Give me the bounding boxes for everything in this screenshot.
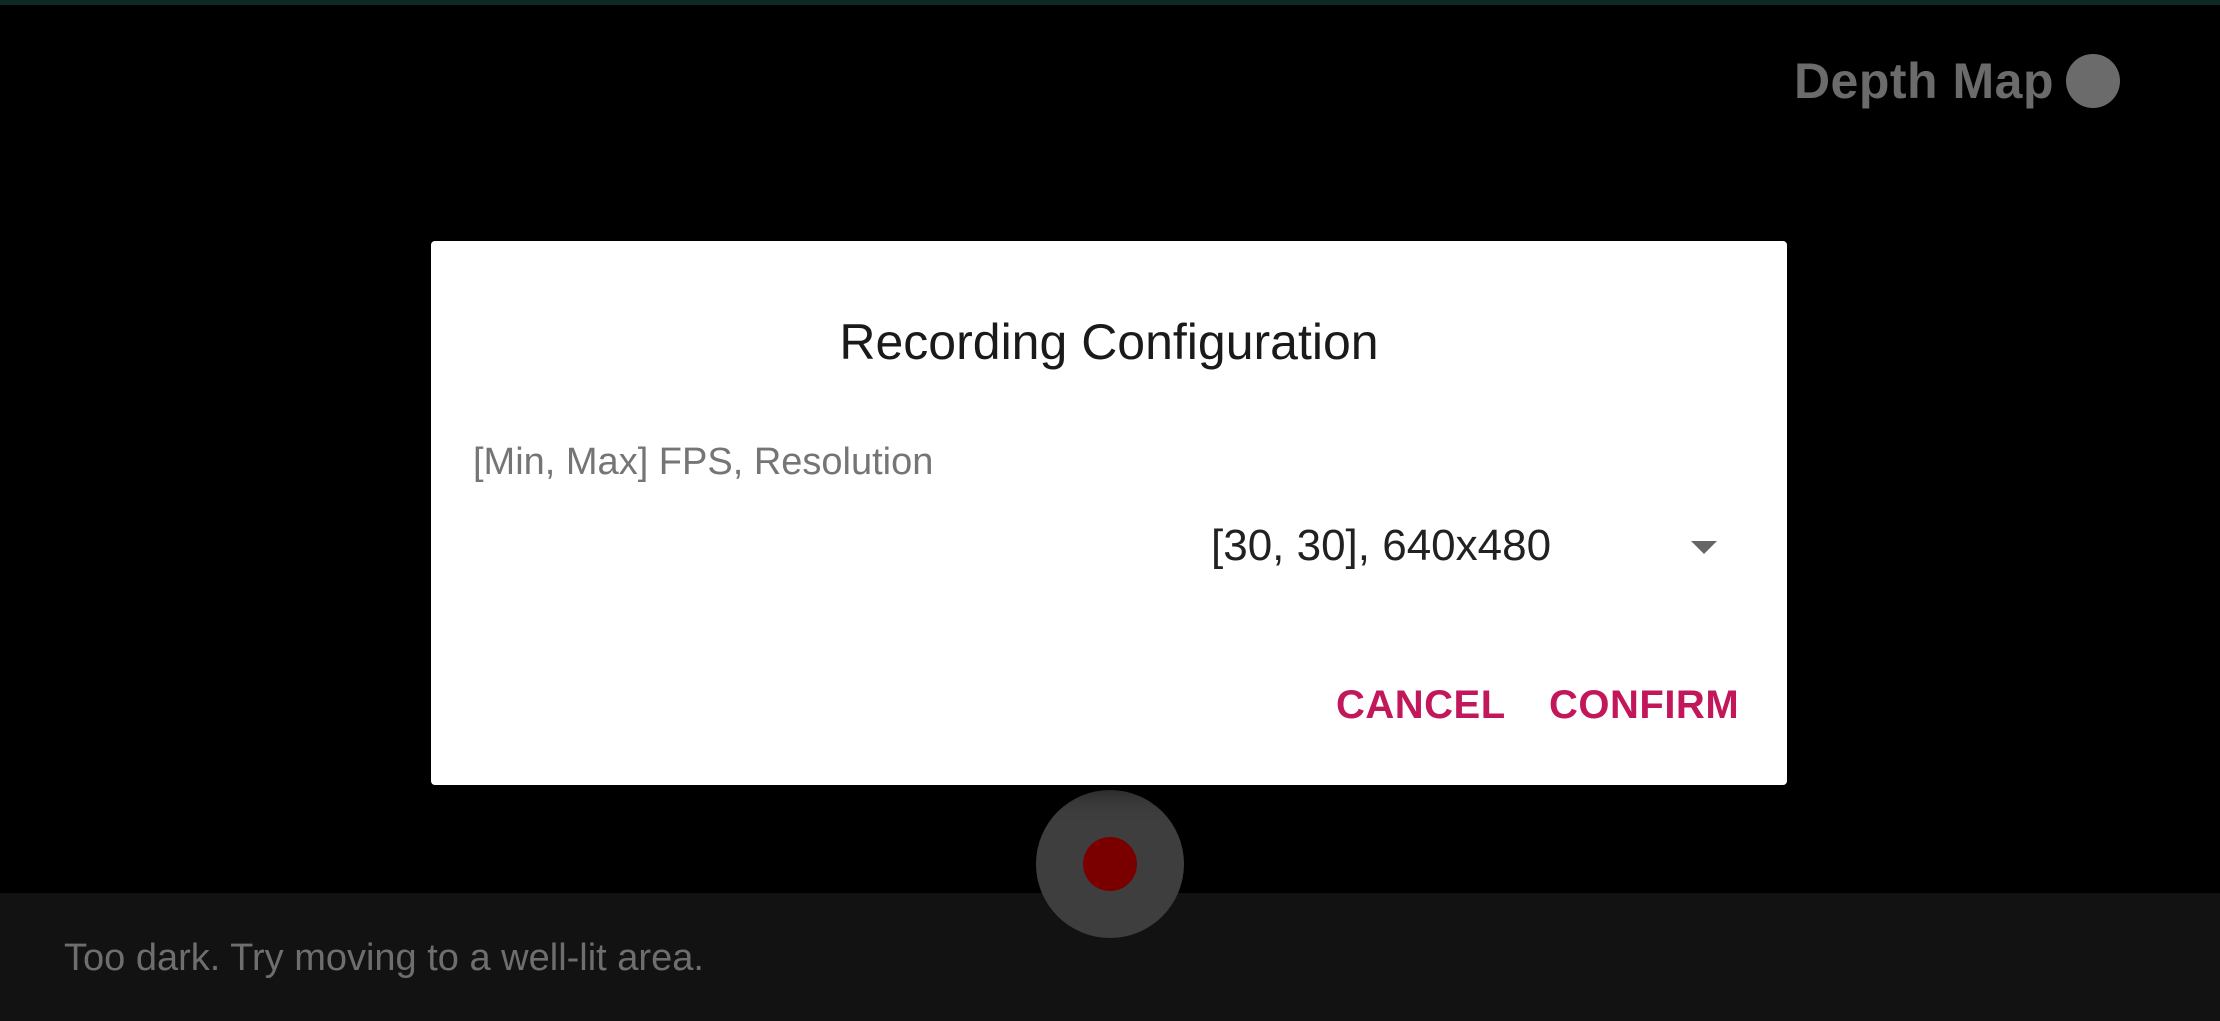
cancel-button[interactable]: CANCEL (1336, 683, 1506, 728)
camera-screen: Depth Map Too dark. Try moving to a well… (0, 0, 2220, 1021)
record-icon (1083, 837, 1137, 891)
chevron-down-icon (1691, 541, 1717, 554)
top-accent-line (0, 0, 2220, 5)
recording-config-dialog: Recording Configuration [Min, Max] FPS, … (431, 241, 1787, 785)
circle-toggle-icon[interactable] (2066, 54, 2120, 108)
depth-map-label: Depth Map (1793, 53, 2054, 109)
fps-resolution-label: [Min, Max] FPS, Resolution (473, 441, 934, 483)
depth-map-toggle[interactable]: Depth Map (1794, 52, 2120, 110)
dialog-title: Recording Configuration (839, 314, 1379, 370)
record-button[interactable] (1036, 790, 1184, 938)
fps-resolution-dropdown[interactable]: [30, 30], 640x480 (1211, 511, 1751, 581)
status-message: Too dark. Try moving to a well-lit area. (64, 937, 704, 979)
confirm-button[interactable]: CONFIRM (1549, 683, 1739, 728)
dropdown-selected-value: [30, 30], 640x480 (1211, 521, 1552, 570)
